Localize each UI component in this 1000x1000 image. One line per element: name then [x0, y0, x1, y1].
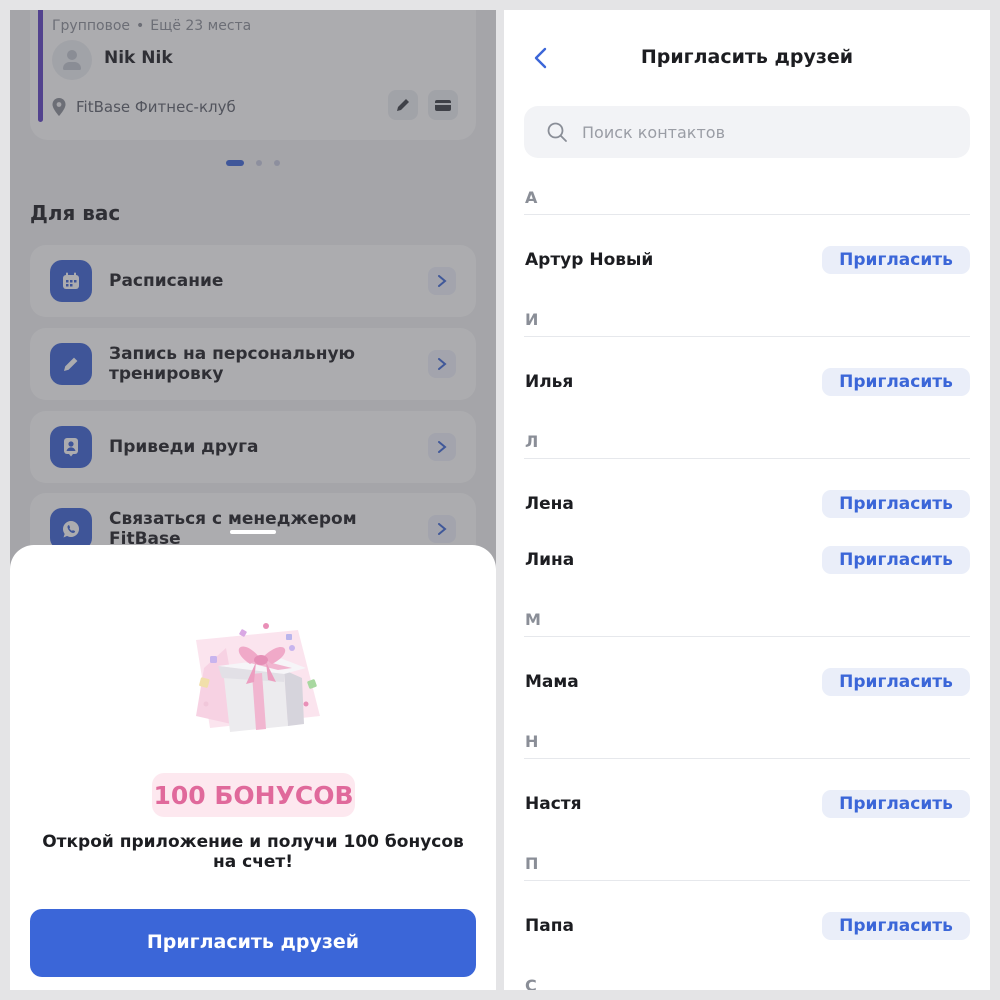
- section-letter: С: [525, 976, 537, 990]
- invite-button[interactable]: Пригласить: [822, 490, 970, 518]
- section-letter: Н: [525, 732, 539, 751]
- invite-screen: Пригласить друзей А Артур Новый Пригласи…: [504, 10, 990, 990]
- contact-name: Настя: [525, 794, 582, 814]
- contact-name: Артур Новый: [525, 250, 654, 270]
- section-letter: Л: [525, 432, 539, 451]
- contact-name: Илья: [525, 372, 574, 392]
- invite-button[interactable]: Пригласить: [822, 246, 970, 274]
- sheet-drag-handle[interactable]: [230, 530, 276, 534]
- contact-row: Папа Пригласить: [524, 912, 970, 940]
- invite-label: Пригласить: [839, 794, 953, 814]
- section-letter: И: [525, 310, 539, 329]
- section-header-p: П: [524, 852, 970, 881]
- section-letter: А: [525, 188, 538, 207]
- invite-label: Пригласить: [839, 916, 953, 936]
- bonus-amount: 100 БОНУСОВ: [153, 781, 354, 810]
- contact-name: Лена: [525, 494, 574, 514]
- contact-name: Папа: [525, 916, 574, 936]
- contact-name: Лина: [525, 550, 575, 570]
- invite-label: Пригласить: [839, 372, 953, 392]
- section-header-i: И: [524, 308, 970, 337]
- section-header-s: С: [524, 974, 970, 990]
- search-icon: [547, 122, 567, 142]
- section-letter: М: [525, 610, 541, 629]
- section-header-m: М: [524, 608, 970, 637]
- contact-row: Мама Пригласить: [524, 668, 970, 696]
- invite-label: Пригласить: [839, 250, 953, 270]
- invite-label: Пригласить: [839, 550, 953, 570]
- home-screen: Групповое • Ещё 23 места Nik Nik FitBase Ф…: [10, 10, 496, 990]
- contact-row: Лена Пригласить: [524, 490, 970, 518]
- invite-button[interactable]: Пригласить: [822, 368, 970, 396]
- contact-row: Настя Пригласить: [524, 790, 970, 818]
- section-header-l: Л: [524, 430, 970, 459]
- invite-label: Пригласить: [839, 494, 953, 514]
- invite-button[interactable]: Пригласить: [822, 668, 970, 696]
- search-input[interactable]: [582, 106, 952, 158]
- sheet-description: Открой приложение и получи 100 бонусов н…: [42, 832, 464, 872]
- gift-box-icon: [196, 623, 320, 732]
- search-bar[interactable]: [524, 106, 970, 158]
- invite-button[interactable]: Пригласить: [822, 790, 970, 818]
- section-header-a: А: [524, 186, 970, 215]
- contact-name: Мама: [525, 672, 579, 692]
- contact-row: Артур Новый Пригласить: [524, 246, 970, 274]
- contact-row: Лина Пригласить: [524, 546, 970, 574]
- bonus-badge: 100 БОНУСОВ: [152, 773, 355, 817]
- section-header-n: Н: [524, 730, 970, 759]
- section-letter: П: [525, 854, 539, 873]
- invite-friends-label: Пригласить друзей: [146, 931, 360, 953]
- invite-friends-button[interactable]: Пригласить друзей: [30, 909, 476, 977]
- contact-row: Илья Пригласить: [524, 368, 970, 396]
- page-title: Пригласить друзей: [640, 46, 854, 68]
- invite-button[interactable]: Пригласить: [822, 546, 970, 574]
- invite-button[interactable]: Пригласить: [822, 912, 970, 940]
- invite-label: Пригласить: [839, 672, 953, 692]
